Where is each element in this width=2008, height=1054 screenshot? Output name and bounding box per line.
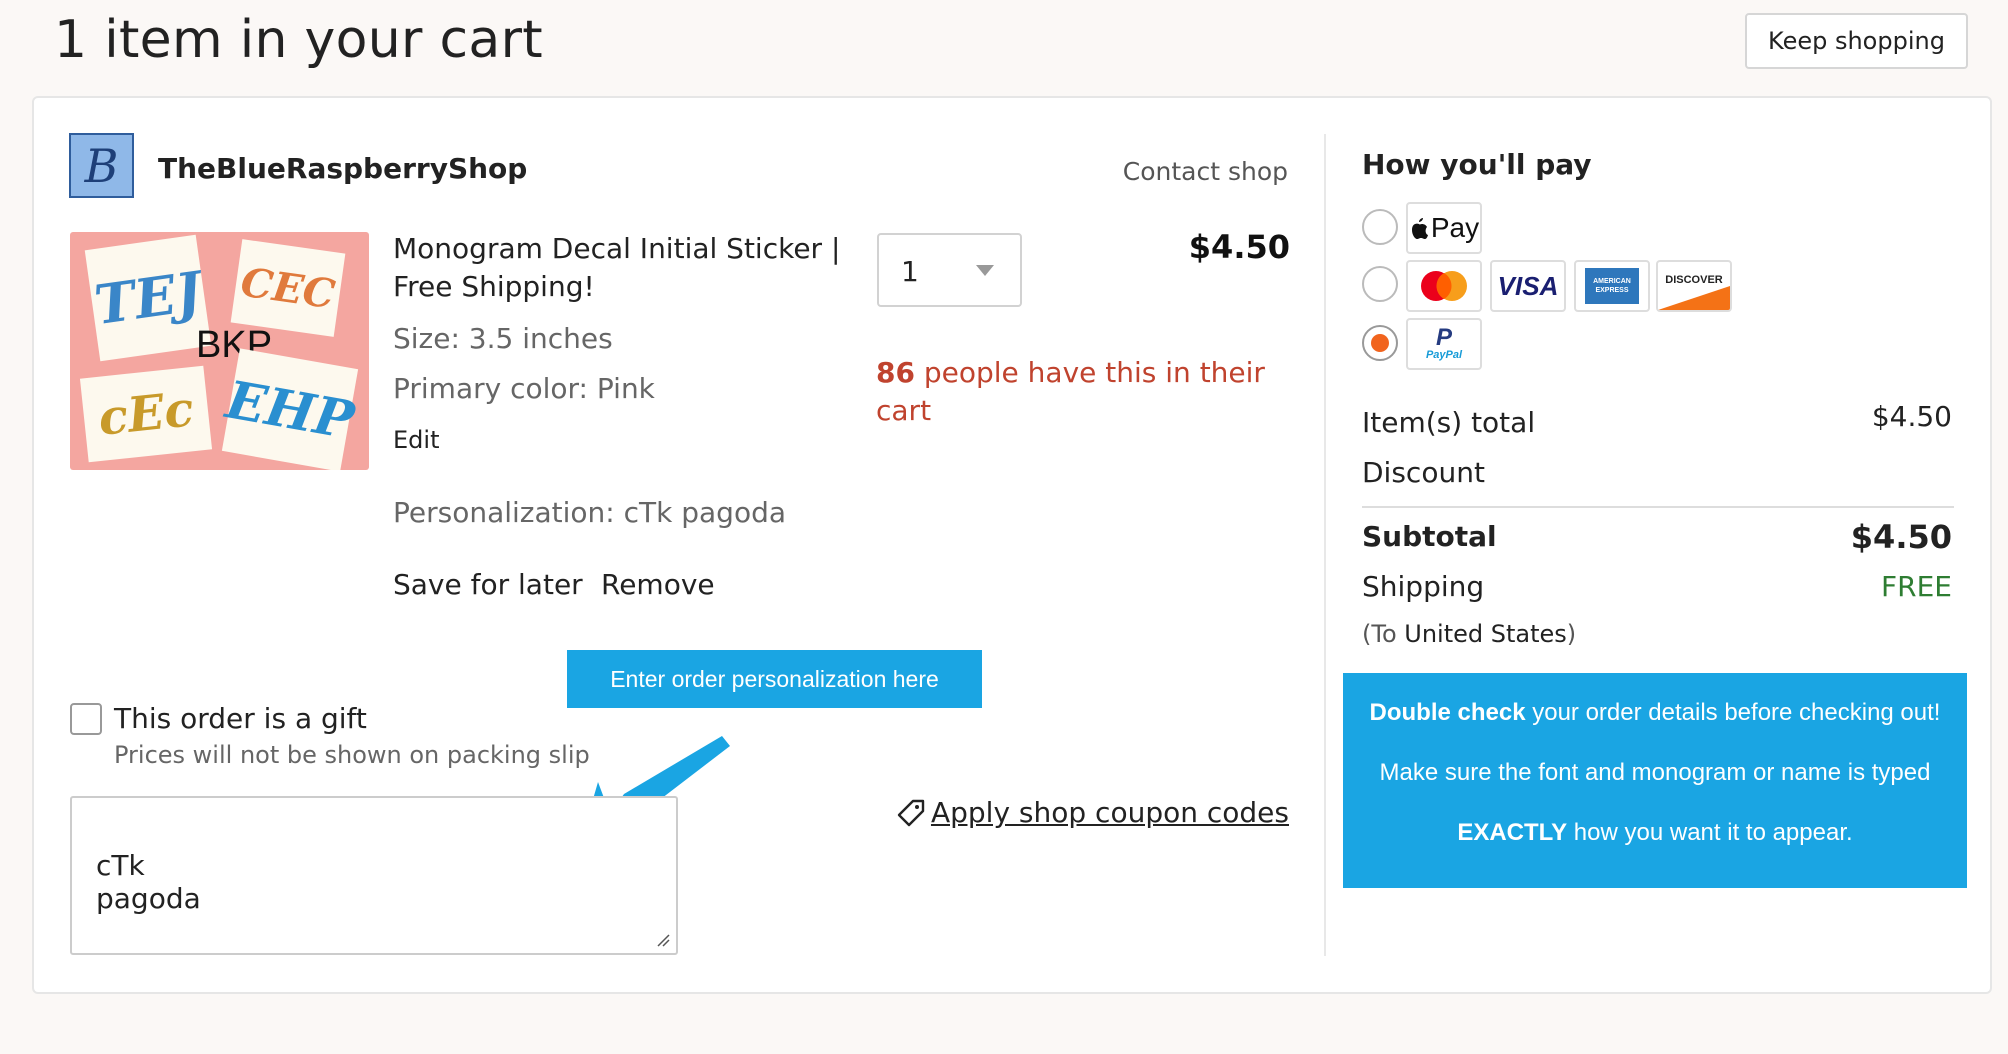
shipping-label: Shipping	[1362, 570, 1485, 603]
payment-title: How you'll pay	[1362, 148, 1592, 181]
gift-sublabel: Prices will not be shown on packing slip	[114, 741, 590, 769]
items-total-label: Item(s) total	[1362, 406, 1536, 439]
subtotal-value: $4.50	[1850, 518, 1952, 556]
gift-label[interactable]: This order is a gift	[114, 702, 367, 735]
amex-label: AMERICAN EXPRESS	[1585, 268, 1639, 304]
product-size: Size: 3.5 inches	[393, 322, 613, 355]
mastercard-icon	[1421, 271, 1467, 301]
product-personalization: Personalization: cTk pagoda	[393, 496, 787, 529]
apply-coupon-link[interactable]: Apply shop coupon codes	[895, 796, 1289, 829]
chevron-down-icon	[976, 265, 994, 276]
product-title-link[interactable]: Monogram Decal Initial Sticker | Free Sh…	[393, 230, 853, 306]
paypal-logo-icon: P	[1435, 324, 1452, 351]
apple-pay-label: Pay	[1430, 212, 1480, 243]
gift-checkbox[interactable]	[70, 703, 102, 735]
apple-icon	[1411, 218, 1428, 239]
summary-divider	[1362, 506, 1954, 508]
sticker-ehp: EHP	[222, 348, 358, 470]
double-check-callout: Double check your order details before c…	[1343, 673, 1967, 888]
paypal-label: PayPal	[1425, 349, 1463, 361]
keep-shopping-button[interactable]: Keep shopping	[1745, 13, 1968, 69]
discover-label: DISCOVER	[1665, 274, 1723, 286]
paypal-card[interactable]: P PayPal	[1406, 318, 1482, 370]
quantity-select[interactable]: 1	[877, 233, 1022, 307]
resize-grip-icon[interactable]	[656, 933, 670, 947]
order-note-textarea[interactable]: cTk pagoda	[70, 796, 678, 955]
apple-pay-radio[interactable]	[1362, 209, 1398, 245]
shipping-value: FREE	[1881, 570, 1952, 603]
paypal-radio[interactable]	[1362, 325, 1398, 361]
mastercard-card[interactable]	[1406, 260, 1482, 312]
discover-swoosh-icon	[1658, 286, 1730, 310]
cart-demand-notice: 86 people have this in their cart	[876, 354, 1276, 430]
items-total-value: $4.50	[1871, 400, 1952, 433]
order-note-value: cTk pagoda	[96, 849, 201, 915]
annotation-banner: Enter order personalization here	[567, 650, 982, 708]
edit-link[interactable]: Edit	[393, 426, 439, 454]
amex-card[interactable]: AMERICAN EXPRESS	[1574, 260, 1650, 312]
page-title: 1 item in your cart	[54, 10, 543, 70]
save-for-later-link[interactable]: Save for later	[393, 568, 583, 601]
sticker-cec-gold: cEc	[79, 365, 213, 463]
subtotal-label: Subtotal	[1362, 520, 1497, 553]
card-radio[interactable]	[1362, 266, 1398, 302]
visa-label: VISA	[1497, 270, 1559, 301]
sticker-cec-orange: CEC	[230, 239, 346, 337]
tag-icon	[897, 799, 925, 826]
sticker-tej: TEJ	[84, 234, 212, 362]
remove-link[interactable]: Remove	[601, 568, 715, 601]
column-divider	[1324, 134, 1326, 956]
cart-notice-text: people have this in their cart	[876, 356, 1265, 427]
discount-label: Discount	[1362, 456, 1485, 489]
shop-logo[interactable]: B	[69, 133, 134, 198]
quantity-value: 1	[901, 255, 919, 288]
apply-coupon-label: Apply shop coupon codes	[930, 796, 1289, 829]
cart-count: 86	[876, 356, 915, 389]
product-color: Primary color: Pink	[393, 372, 655, 405]
shop-name[interactable]: TheBlueRaspberryShop	[158, 152, 527, 185]
shipping-country-link[interactable]: United States	[1404, 620, 1567, 648]
apple-pay-card[interactable]: Pay	[1406, 202, 1482, 254]
contact-shop-link[interactable]: Contact shop	[1123, 157, 1288, 186]
visa-card[interactable]: VISA	[1490, 260, 1566, 312]
shipping-destination: (To United States)	[1362, 620, 1577, 648]
product-image[interactable]: TEJ CEC BKP cEc EHP	[70, 232, 369, 470]
item-price: $4.50	[1188, 228, 1290, 266]
discover-card[interactable]: DISCOVER	[1656, 260, 1732, 312]
